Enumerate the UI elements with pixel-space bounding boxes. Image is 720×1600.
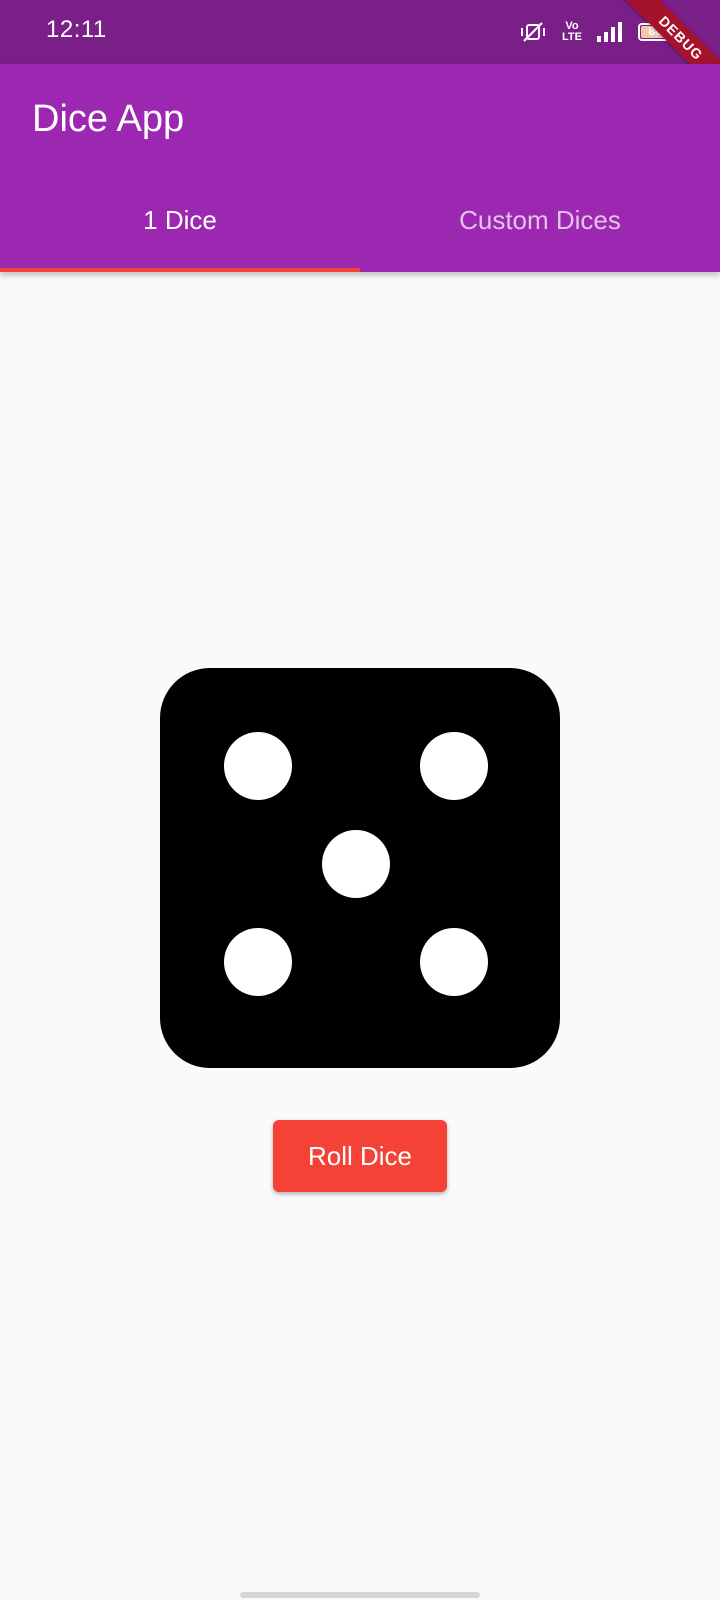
battery-icon: 88 [638,23,675,41]
tab-custom-dices[interactable]: Custom Dices [360,168,720,272]
home-indicator [240,1592,480,1598]
app-bar: Dice App 1 Dice Custom Dices [0,64,720,272]
page-title: Dice App [32,98,185,140]
dice-pip [322,830,390,898]
dice-pip [420,732,488,800]
battery-level: 88 [648,24,662,38]
status-time: 12:11 [46,16,107,43]
status-bar: 12:11 Vo LTE 88 DEBUG [0,0,720,100]
volte-icon: Vo LTE [562,20,582,43]
tab-bar: 1 Dice Custom Dices [0,168,720,272]
dice-pip [420,928,488,996]
signal-icon [596,21,624,43]
dice-pip [224,732,292,800]
vibrate-icon [518,20,548,44]
dice-face [160,668,560,1068]
roll-dice-button[interactable]: Roll Dice [273,1120,447,1192]
tab-1-dice[interactable]: 1 Dice [0,168,360,272]
status-icons: Vo LTE 88 [518,18,675,46]
tab-1-dice-label: 1 Dice [143,204,217,235]
dice-pip [224,928,292,996]
main-content: Roll Dice [0,272,720,1600]
tab-custom-dices-label: Custom Dices [459,204,621,235]
battery-nub [672,29,675,35]
